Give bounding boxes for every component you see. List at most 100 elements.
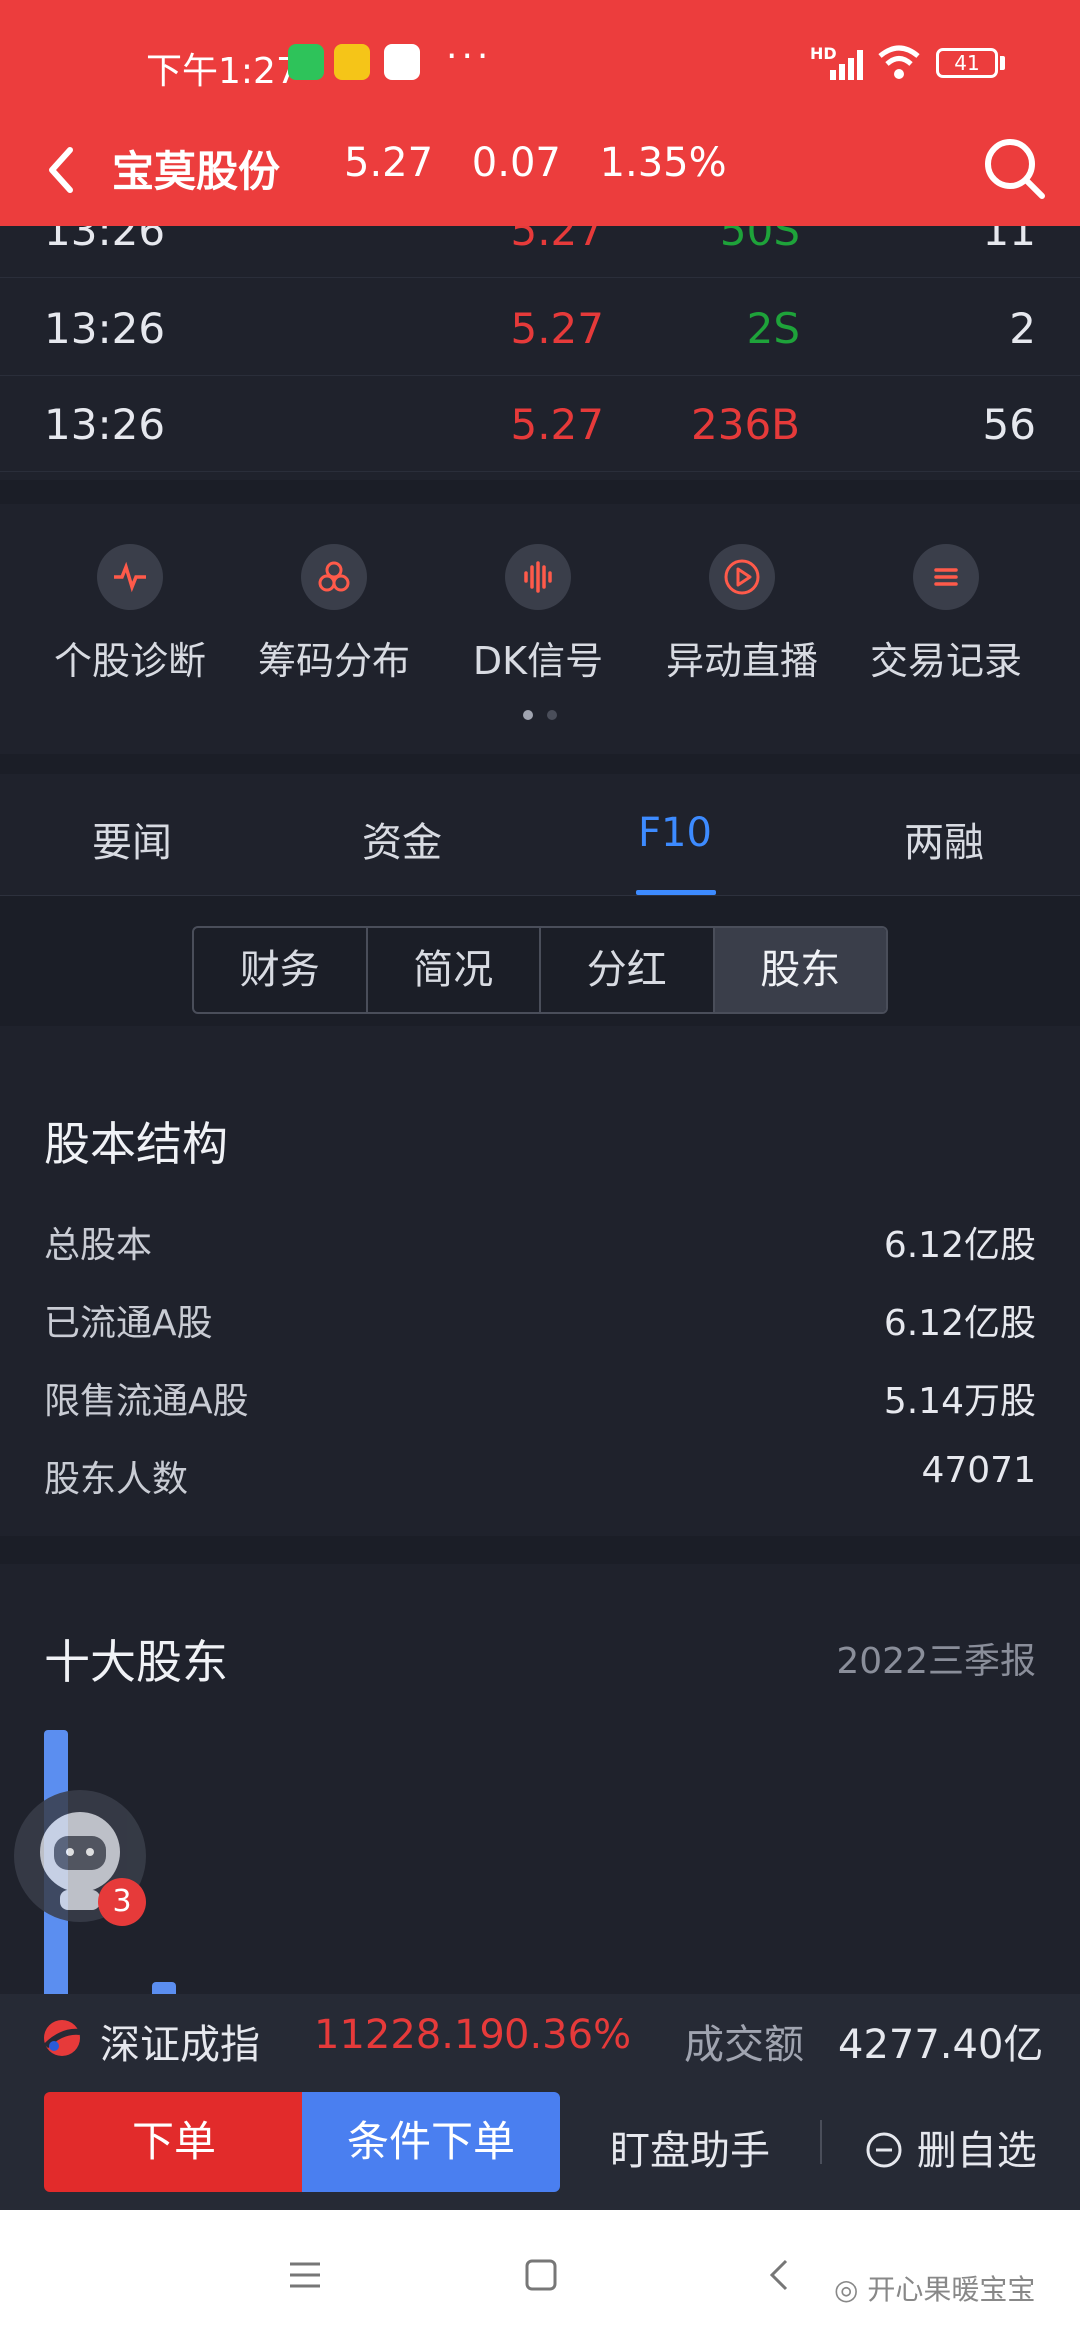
active-tab-indicator — [636, 890, 716, 895]
back-nav-icon[interactable] — [766, 2258, 792, 2292]
holder-bar — [152, 1982, 176, 1994]
pulse-icon — [97, 544, 163, 610]
table-row: 13:26 5.27 236B 56 — [0, 376, 1080, 472]
tool-live-alerts[interactable]: 异动直播 — [640, 544, 844, 685]
list-item: 限售流通A股 5.14万股 — [44, 1372, 1036, 1424]
stock-quote: 5.27 0.07 1.35% — [344, 140, 727, 186]
szse-logo-icon — [43, 2020, 81, 2056]
list-item: 总股本 6.12亿股 — [44, 1216, 1036, 1268]
divider — [820, 2120, 822, 2164]
trade-time: 13:26 — [44, 400, 166, 449]
row-label: 已流通A股 — [44, 1303, 213, 1344]
wechat-watermark-icon: ◎ — [834, 2273, 868, 2306]
tool-dk-signal[interactable]: DK信号 — [436, 544, 640, 685]
row-value: 6.12亿股 — [883, 1303, 1036, 1344]
section-title: 股本结构 — [44, 1117, 228, 1171]
row-label: 股东人数 — [44, 1459, 189, 1500]
tab-news[interactable]: 要闻 — [92, 810, 172, 868]
tab-funds[interactable]: 资金 — [362, 810, 442, 868]
pager-dot-active — [523, 710, 533, 720]
system-nav-bar: ◎ 开心果暖宝宝 — [0, 2210, 1080, 2340]
row-value: 6.12亿股 — [883, 1225, 1036, 1266]
back-arrow-icon[interactable] — [36, 140, 96, 200]
tool-label: DK信号 — [472, 639, 604, 683]
trade-count: 2 — [1009, 304, 1036, 353]
more-notifications-icon: ··· — [446, 36, 493, 77]
segment-overview[interactable]: 简况 — [368, 928, 541, 1012]
trade-count: 11 — [982, 226, 1036, 255]
table-row: 13:26 5.27 2S 2 — [0, 280, 1080, 376]
stock-change: 0.07 — [471, 140, 561, 186]
wifi-icon — [878, 45, 920, 79]
search-icon[interactable] — [980, 134, 1050, 204]
remove-watchlist-label: 删自选 — [916, 2128, 1037, 2174]
tool-label: 筹码分布 — [257, 639, 410, 683]
trade-time: 13:26 — [44, 226, 166, 255]
capital-structure-section: 股本结构 总股本 6.12亿股 已流通A股 6.12亿股 限售流通A股 5.14… — [0, 1026, 1080, 1536]
report-period[interactable]: 2022三季报 — [836, 1632, 1036, 1684]
menu-icon[interactable] — [288, 2260, 322, 2290]
segment-dividend[interactable]: 分红 — [541, 928, 715, 1012]
row-value: 47071 — [921, 1450, 1036, 1491]
signal-icon — [830, 50, 863, 80]
battery-icon: 41 — [936, 48, 998, 78]
chips-icon — [301, 544, 367, 610]
tool-carousel: 个股诊断 筹码分布 DK信号 异动直播 交易记录 — [0, 504, 1080, 754]
trade-price: 5.27 — [510, 400, 604, 449]
turnover-value: 4277.40亿 — [838, 2022, 1044, 2068]
trade-time: 13:26 — [44, 304, 166, 353]
watch-helper-button[interactable]: 盯盘助手 — [610, 2118, 770, 2176]
tab-margin[interactable]: 两融 — [904, 810, 984, 868]
status-time: 下午1:27 — [146, 51, 299, 92]
info-tabs: 要闻 资金 F10 两融 — [0, 774, 1080, 896]
trade-ticker[interactable]: 13:26 5.27 50S 11 13:26 5.27 2S 2 13:26 … — [0, 226, 1080, 480]
tool-label: 个股诊断 — [53, 639, 206, 683]
section-title: 十大股东 — [44, 1635, 228, 1689]
wechat-icon — [288, 44, 324, 80]
trade-volume: 2S — [746, 304, 800, 353]
market-index-bar[interactable]: 深证成指 11228.19 0.36% 成交额 4277.40亿 — [0, 1994, 1080, 2084]
nav-row: 宝莫股份 5.27 0.07 1.35% — [0, 120, 1080, 226]
tool-chip-distribution[interactable]: 筹码分布 — [232, 544, 436, 685]
row-label: 限售流通A股 — [44, 1381, 249, 1422]
play-icon — [709, 544, 775, 610]
conditional-order-button[interactable]: 条件下单 — [302, 2092, 560, 2192]
watermark-text: 开心果暖宝宝 — [867, 2273, 1036, 2306]
app-header: 下午1:27 ··· HD 41 宝莫股份 5.27 0.07 1.35% — [0, 0, 1080, 226]
tab-f10[interactable]: F10 — [638, 810, 712, 856]
notification-badge: 3 — [98, 1878, 146, 1926]
segment-finance[interactable]: 财务 — [194, 928, 368, 1012]
action-bar: 下单 条件下单 盯盘助手 删自选 — [0, 2084, 1080, 2210]
f10-segmented-control: 财务 简况 分红 股东 — [192, 926, 888, 1014]
tool-label: 交易记录 — [869, 639, 1022, 683]
tool-trade-records[interactable]: 交易记录 — [844, 544, 1048, 685]
top-holders-section: 十大股东 2022三季报 — [0, 1564, 1080, 1994]
home-icon[interactable] — [524, 2258, 558, 2292]
signal-bars-icon — [505, 544, 571, 610]
segment-shareholders[interactable]: 股东 — [714, 928, 886, 1012]
trade-count: 56 — [982, 400, 1036, 449]
taobao-icon — [384, 44, 420, 80]
battery-tip — [1000, 56, 1005, 70]
tool-stock-diagnosis[interactable]: 个股诊断 — [28, 544, 232, 685]
stock-price: 5.27 — [344, 140, 434, 186]
index-pct: 0.36% — [504, 2012, 632, 2058]
list-icon — [913, 544, 979, 610]
trade-volume: 50S — [719, 226, 800, 255]
trade-price: 5.27 — [510, 304, 604, 353]
turnover-label: 成交额 — [684, 2022, 804, 2068]
tool-label: 异动直播 — [665, 639, 818, 683]
trade-volume: 236B — [691, 400, 800, 449]
order-button[interactable]: 下单 — [44, 2092, 304, 2192]
index-value: 11228.19 — [314, 2012, 505, 2058]
meituan-icon — [334, 44, 370, 80]
list-item: 股东人数 47071 — [44, 1450, 1036, 1502]
minus-circle-icon — [866, 2132, 902, 2168]
trade-price: 5.27 — [510, 226, 604, 255]
row-label: 总股本 — [44, 1225, 153, 1266]
status-bar: 下午1:27 ··· HD 41 — [0, 0, 1080, 120]
table-row: 13:26 5.27 50S 11 — [0, 226, 1080, 278]
index-name: 深证成指 — [100, 2022, 260, 2068]
watermark: ◎ 开心果暖宝宝 — [834, 2268, 1035, 2308]
remove-watchlist-button[interactable]: 删自选 — [864, 2118, 1037, 2176]
